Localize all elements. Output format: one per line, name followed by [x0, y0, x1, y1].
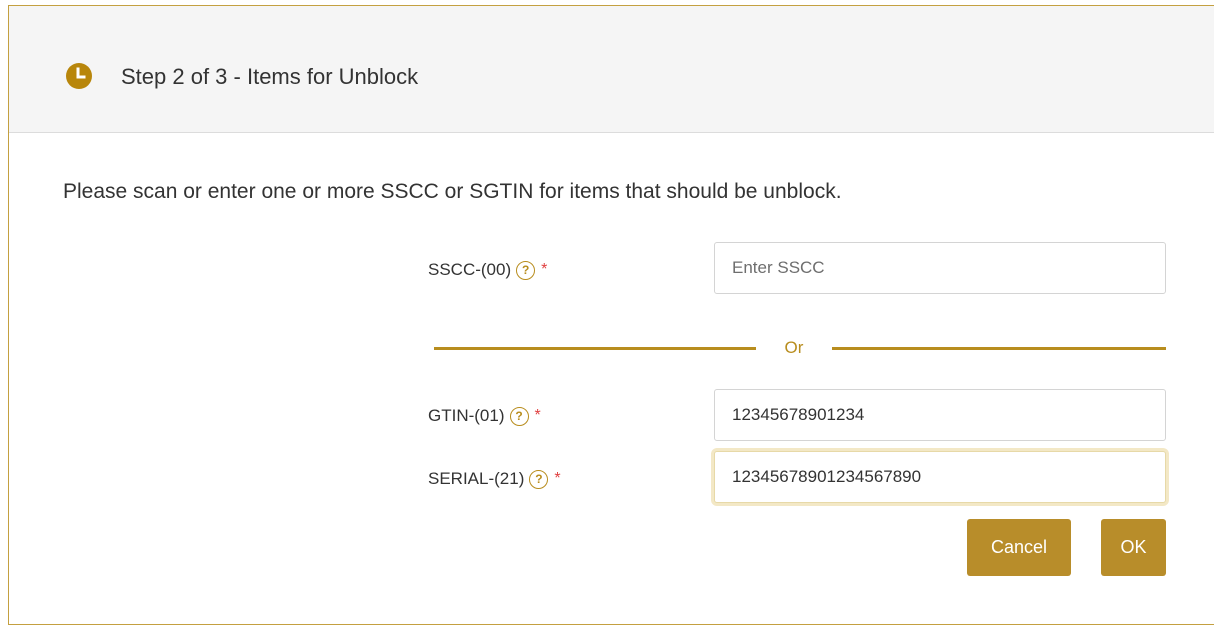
serial-label: SERIAL-(21) ? *	[428, 469, 561, 489]
cancel-button[interactable]: Cancel	[967, 519, 1071, 576]
sscc-help-icon[interactable]: ?	[516, 260, 536, 280]
gtin-label-text: GTIN-(01)	[428, 406, 505, 425]
or-divider-text: Or	[784, 338, 804, 357]
serial-help-icon[interactable]: ?	[529, 469, 549, 489]
panel-header: Step 2 of 3 - Items for Unblock	[9, 6, 1214, 133]
divider-line-right	[832, 347, 1166, 350]
serial-input[interactable]	[714, 451, 1166, 503]
serial-label-text: SERIAL-(21)	[428, 469, 525, 488]
clock-icon	[66, 63, 92, 89]
gtin-input[interactable]	[714, 389, 1166, 441]
instructions-text: Please scan or enter one or more SSCC or…	[63, 180, 842, 203]
ok-button[interactable]: OK	[1101, 519, 1166, 576]
gtin-help-icon[interactable]: ?	[509, 406, 529, 426]
sscc-input[interactable]	[714, 242, 1166, 294]
step-title: Step 2 of 3 - Items for Unblock	[121, 64, 419, 89]
gtin-label: GTIN-(01) ? *	[428, 406, 541, 426]
sscc-required-marker: *	[541, 261, 548, 278]
unblock-step-panel: Step 2 of 3 - Items for Unblock Please s…	[8, 5, 1214, 625]
sscc-label: SSCC-(00) ? *	[428, 260, 547, 280]
or-divider: Or	[434, 338, 1166, 357]
divider-line-left	[434, 347, 756, 350]
serial-required-marker: *	[554, 470, 561, 487]
gtin-required-marker: *	[534, 407, 541, 424]
sscc-label-text: SSCC-(00)	[428, 260, 512, 279]
